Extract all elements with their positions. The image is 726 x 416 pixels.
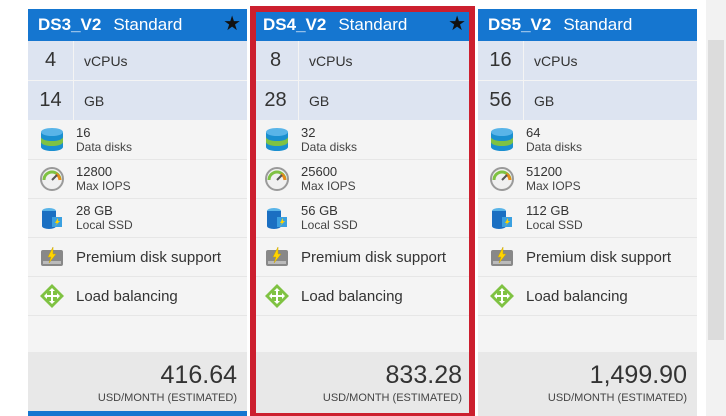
vcpus-row: 4 vCPUs — [28, 41, 247, 81]
premium-disk-label: Premium disk support — [526, 248, 672, 266]
star-icon[interactable]: ★ — [448, 13, 466, 35]
vcpus-label: vCPUs — [309, 52, 353, 69]
local-ssd-row: 56 GB Local SSD — [253, 199, 472, 238]
memory-row: 14 GB — [28, 81, 247, 121]
ssd-drive-icon — [488, 204, 516, 232]
card-tier: Standard — [113, 15, 183, 34]
vcpus-label: vCPUs — [84, 52, 128, 69]
vcpus-row: 8 vCPUs — [253, 41, 472, 81]
card-tier: Standard — [338, 15, 408, 34]
vcpus-count: 4 — [28, 41, 74, 80]
premium-disk-icon — [38, 243, 66, 271]
memory-row: 28 GB — [253, 81, 472, 121]
load-balancer-icon — [38, 282, 66, 310]
max-iops-value: 25600 — [301, 164, 338, 179]
max-iops-label: Max IOPS — [76, 179, 131, 193]
data-disks-label: Data disks — [526, 140, 583, 154]
memory-amount: 14 — [28, 81, 74, 120]
card-size-name: DS5_V2 — [488, 15, 552, 34]
load-balancing-row: Load balancing — [478, 277, 697, 316]
stacked-disks-icon — [38, 126, 66, 154]
price-label: USD/MONTH (ESTIMATED) — [322, 392, 462, 404]
card-size-name: DS4_V2 — [263, 15, 327, 34]
load-balancer-icon — [488, 282, 516, 310]
premium-disk-row: Premium disk support — [478, 238, 697, 277]
local-ssd-row: 112 GB Local SSD — [478, 199, 697, 238]
gauge-icon — [263, 165, 291, 193]
memory-amount: 28 — [253, 81, 299, 120]
vcpus-count: 8 — [253, 41, 299, 80]
local-ssd-value: 112 GB — [526, 203, 570, 218]
local-ssd-label: Local SSD — [526, 218, 583, 232]
price-value: 833.28 — [385, 361, 462, 389]
card-bottom-accent — [28, 411, 247, 416]
load-balancing-label: Load balancing — [526, 287, 628, 305]
data-disks-label: Data disks — [301, 140, 358, 154]
scrollbar-thumb[interactable] — [708, 40, 724, 340]
price-value: 416.64 — [160, 361, 237, 389]
star-icon[interactable]: ★ — [223, 13, 241, 35]
vcpus-count: 16 — [478, 41, 524, 80]
price-block: 416.64 USD/MONTH (ESTIMATED) — [28, 352, 247, 416]
memory-label: GB — [84, 92, 105, 109]
max-iops-row: 12800 Max IOPS — [28, 160, 247, 199]
ssd-drive-icon — [38, 204, 66, 232]
vm-size-card-ds4-v2[interactable]: DS4_V2 Standard ★ 8 vCPUs 28 GB 32 Data … — [250, 6, 475, 416]
max-iops-value: 51200 — [526, 164, 563, 179]
memory-label: GB — [534, 92, 555, 109]
max-iops-label: Max IOPS — [526, 179, 581, 193]
vcpus-row: 16 vCPUs — [478, 41, 697, 81]
price-value: 1,499.90 — [589, 361, 687, 389]
card-header: DS3_V2 Standard ★ — [28, 9, 247, 41]
stacked-disks-icon — [488, 126, 516, 154]
max-iops-value: 12800 — [76, 164, 113, 179]
price-label: USD/MONTH (ESTIMATED) — [547, 392, 687, 404]
data-disks-value: 16 — [76, 125, 91, 140]
local-ssd-value: 56 GB — [301, 203, 338, 218]
premium-disk-label: Premium disk support — [301, 248, 447, 266]
load-balancing-label: Load balancing — [301, 287, 403, 305]
data-disks-row: 64 Data disks — [478, 121, 697, 160]
data-disks-value: 64 — [526, 125, 541, 140]
data-disks-label: Data disks — [76, 140, 133, 154]
card-header: DS5_V2 Standard — [478, 9, 697, 41]
premium-disk-row: Premium disk support — [253, 238, 472, 277]
vm-size-cards: DS3_V2 Standard ★ 4 vCPUs 14 GB 16 Data … — [0, 0, 726, 416]
local-ssd-value: 28 GB — [76, 203, 113, 218]
premium-disk-icon — [488, 243, 516, 271]
max-iops-row: 25600 Max IOPS — [253, 160, 472, 199]
vm-size-card-ds5-v2[interactable]: DS5_V2 Standard 16 vCPUs 56 GB 64 Data d… — [478, 9, 697, 416]
max-iops-label: Max IOPS — [301, 179, 356, 193]
premium-disk-label: Premium disk support — [76, 248, 222, 266]
local-ssd-label: Local SSD — [76, 218, 133, 232]
ssd-drive-icon — [263, 204, 291, 232]
card-size-name: DS3_V2 — [38, 15, 102, 34]
price-label: USD/MONTH (ESTIMATED) — [97, 392, 237, 404]
price-block: 1,499.90 USD/MONTH (ESTIMATED) — [478, 352, 697, 416]
load-balancing-row: Load balancing — [253, 277, 472, 316]
memory-label: GB — [309, 92, 330, 109]
load-balancing-row: Load balancing — [28, 277, 247, 316]
data-disks-value: 32 — [301, 125, 316, 140]
gauge-icon — [488, 165, 516, 193]
card-header: DS4_V2 Standard ★ — [253, 9, 472, 41]
gauge-icon — [38, 165, 66, 193]
local-ssd-row: 28 GB Local SSD — [28, 199, 247, 238]
local-ssd-label: Local SSD — [301, 218, 358, 232]
premium-disk-icon — [263, 243, 291, 271]
load-balancer-icon — [263, 282, 291, 310]
vm-size-card-ds3-v2[interactable]: DS3_V2 Standard ★ 4 vCPUs 14 GB 16 Data … — [28, 9, 247, 416]
memory-amount: 56 — [478, 81, 524, 120]
memory-row: 56 GB — [478, 81, 697, 121]
max-iops-row: 51200 Max IOPS — [478, 160, 697, 199]
data-disks-row: 16 Data disks — [28, 121, 247, 160]
load-balancing-label: Load balancing — [76, 287, 178, 305]
card-tier: Standard — [563, 15, 633, 34]
premium-disk-row: Premium disk support — [28, 238, 247, 277]
vcpus-label: vCPUs — [534, 52, 578, 69]
price-block: 833.28 USD/MONTH (ESTIMATED) — [253, 352, 472, 416]
data-disks-row: 32 Data disks — [253, 121, 472, 160]
stacked-disks-icon — [263, 126, 291, 154]
